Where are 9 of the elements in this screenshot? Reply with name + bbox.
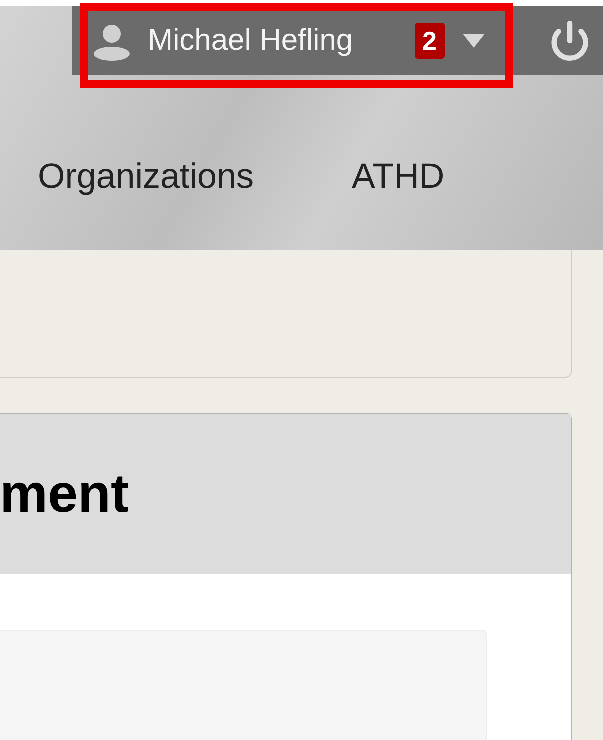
nav-link[interactable]: ATHD [352, 151, 445, 204]
user-name: Michael Hefling [148, 23, 354, 59]
nav-link[interactable]: Organizations [38, 151, 254, 204]
panel-title: ment [0, 466, 130, 521]
power-icon [549, 20, 591, 62]
power-button[interactable] [549, 20, 591, 62]
user-menu-button[interactable]: Michael Hefling 2 [72, 6, 505, 75]
notification-badge: 2 [414, 22, 445, 58]
caret-icon [463, 34, 485, 48]
